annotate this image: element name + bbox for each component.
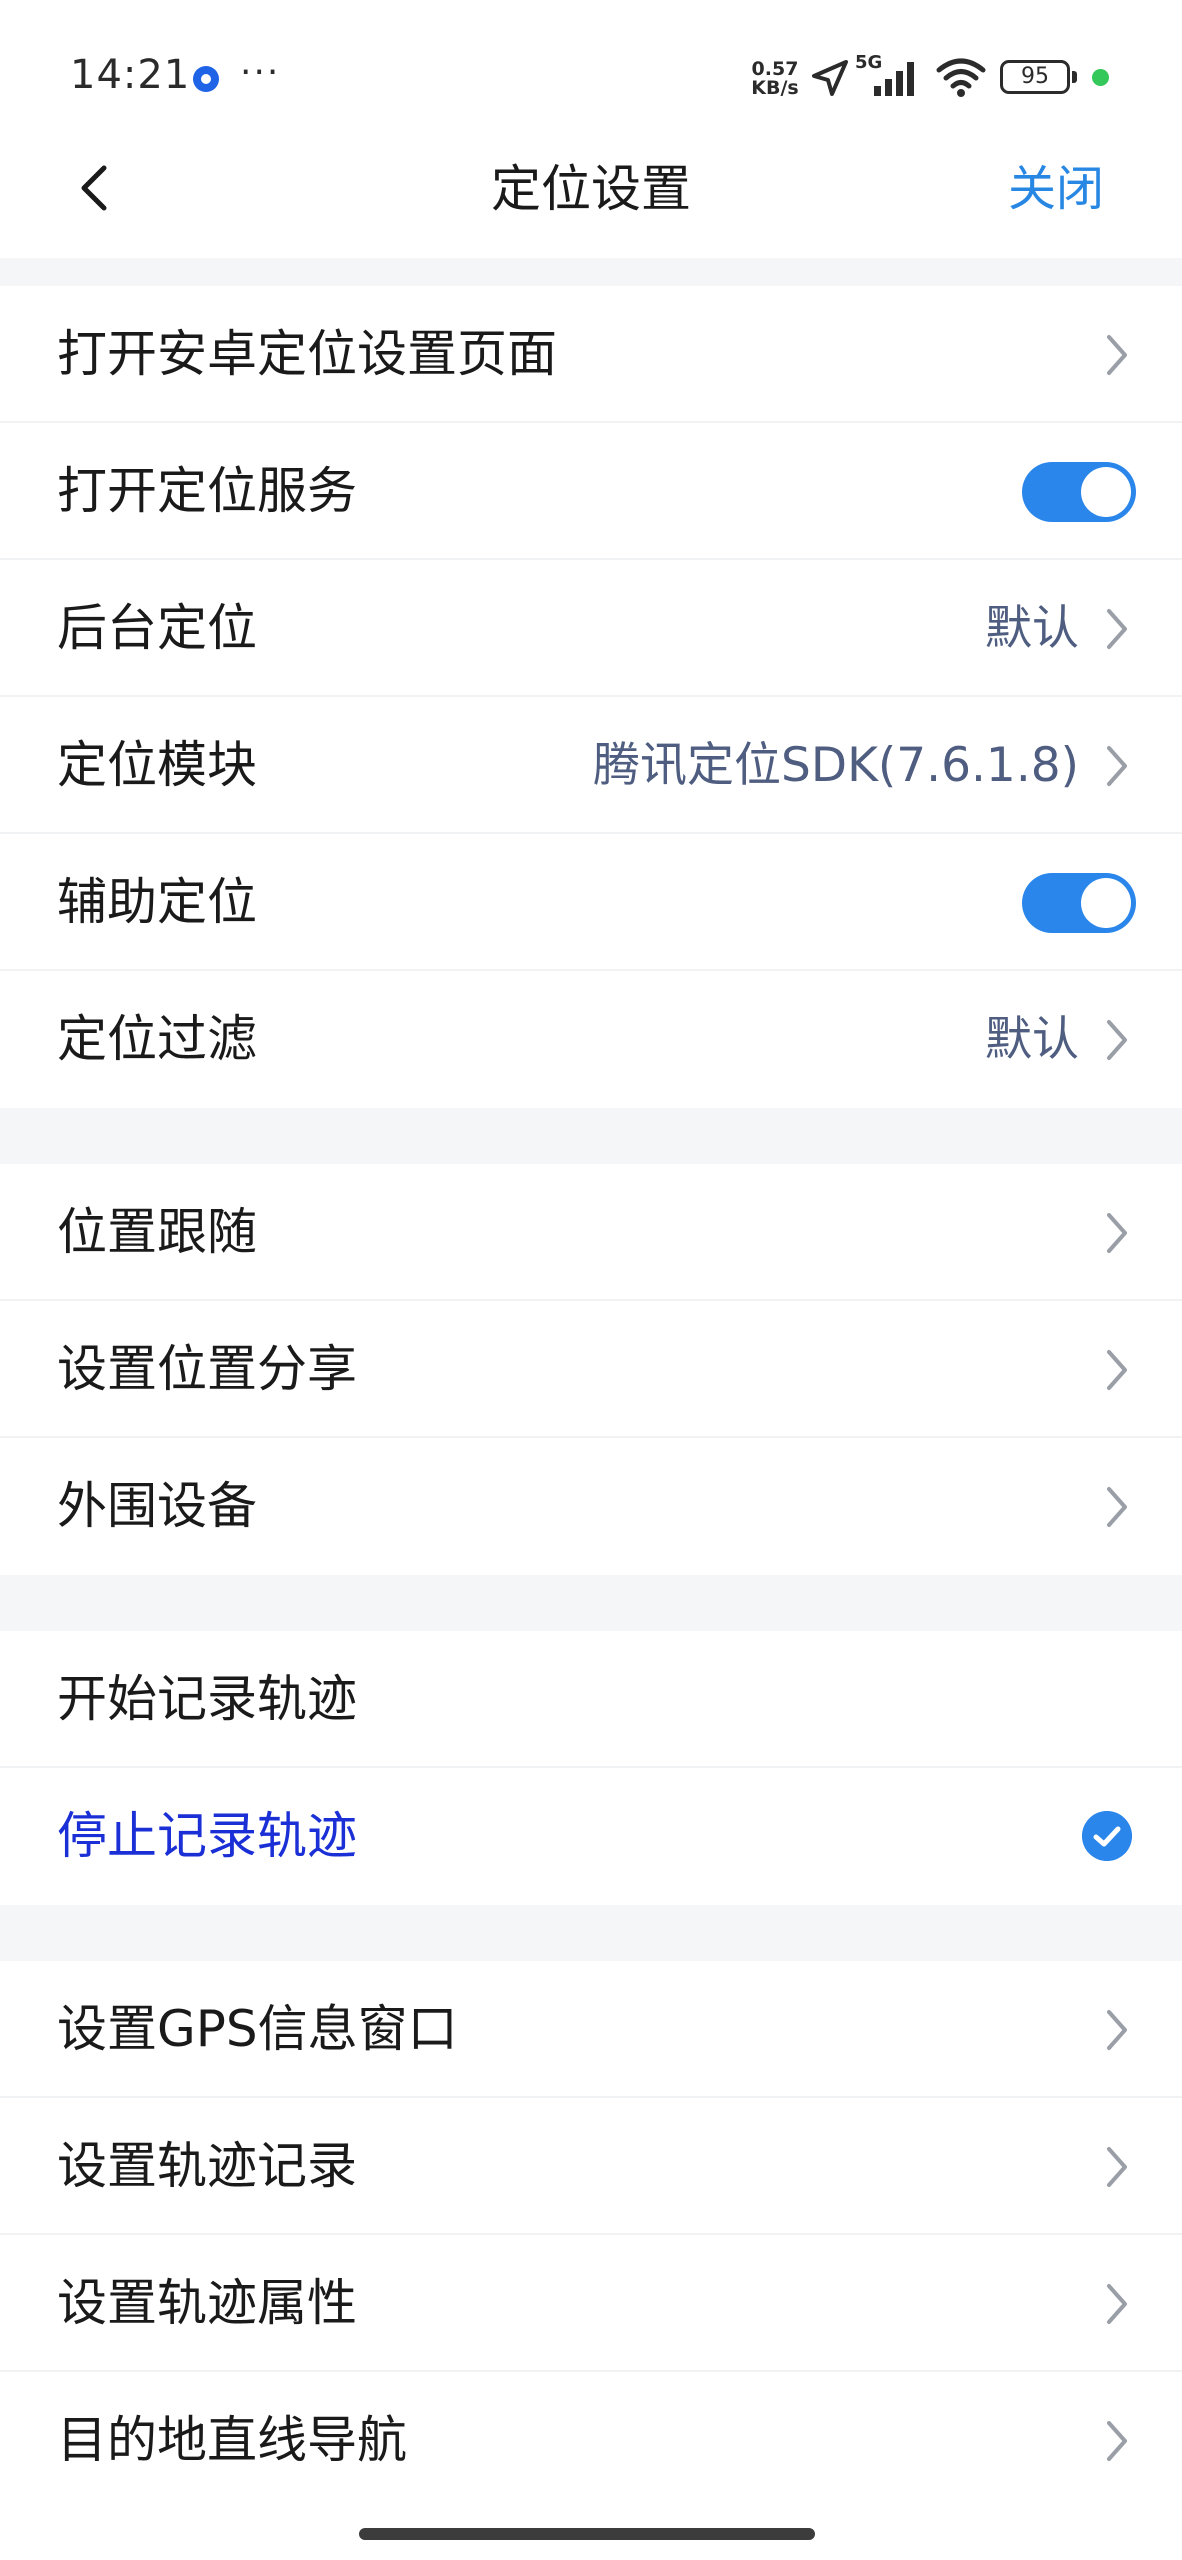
row-value: 默认	[985, 601, 1079, 656]
row-label: 设置轨迹记录	[57, 2137, 357, 2195]
assisted-location-toggle[interactable]	[1022, 873, 1136, 933]
network-speed: 0.57 KB/s	[747, 60, 803, 98]
chevron-right-icon	[1107, 2421, 1127, 2461]
row-label: 定位模块	[57, 736, 257, 794]
track-record-settings-row[interactable]: 设置轨迹记录	[0, 2098, 1182, 2235]
close-button[interactable]: 关闭	[1008, 154, 1104, 224]
location-service-row: 打开定位服务	[0, 423, 1182, 560]
row-value: 腾讯定位SDK(7.6.1.8)	[593, 738, 1079, 793]
row-label: 打开安卓定位设置页面	[57, 325, 557, 383]
chevron-right-icon	[1107, 1487, 1127, 1527]
chevron-right-icon	[1107, 2147, 1127, 2187]
section-gap	[0, 1905, 1182, 1961]
row-label: 停止记录轨迹	[57, 1807, 357, 1865]
wifi-icon	[936, 58, 986, 97]
section-gap	[0, 258, 1182, 286]
battery-icon: 95	[1000, 60, 1077, 94]
gps-info-window-row[interactable]: 设置GPS信息窗口	[0, 1961, 1182, 2098]
toggle-knob	[1081, 467, 1131, 517]
position-follow-row[interactable]: 位置跟随	[0, 1164, 1182, 1301]
section-gap	[0, 1108, 1182, 1164]
row-label: 开始记录轨迹	[57, 1670, 357, 1728]
chevron-right-icon	[1107, 2284, 1127, 2324]
status-bar: 14:21 ··· 0.57 KB/s 5G 95	[0, 0, 1182, 150]
start-track-record-row[interactable]: 开始记录轨迹	[0, 1631, 1182, 1768]
home-indicator[interactable]	[359, 2528, 815, 2540]
open-android-location-settings-row[interactable]: 打开安卓定位设置页面	[0, 286, 1182, 423]
background-location-row[interactable]: 后台定位 默认	[0, 560, 1182, 697]
row-label: 外围设备	[57, 1477, 257, 1535]
row-label: 后台定位	[57, 599, 257, 657]
signal-icon	[874, 62, 914, 96]
chevron-right-icon	[1107, 746, 1127, 786]
more-notifications-icon: ···	[240, 52, 281, 93]
chevron-right-icon	[1107, 609, 1127, 649]
row-label: 辅助定位	[57, 873, 257, 931]
location-filter-row[interactable]: 定位过滤 默认	[0, 971, 1182, 1108]
row-label: 位置跟随	[57, 1203, 257, 1261]
chevron-right-icon	[1107, 335, 1127, 375]
row-value: 默认	[985, 1012, 1079, 1067]
chevron-right-icon	[1107, 1213, 1127, 1253]
stop-track-record-row[interactable]: 停止记录轨迹	[0, 1768, 1182, 1905]
straight-line-navigation-row[interactable]: 目的地直线导航	[0, 2372, 1182, 2509]
location-service-toggle[interactable]	[1022, 462, 1136, 522]
navigation-bar: 定位设置 关闭	[0, 150, 1182, 258]
row-label: 设置位置分享	[57, 1340, 357, 1398]
location-module-row[interactable]: 定位模块 腾讯定位SDK(7.6.1.8)	[0, 697, 1182, 834]
peripheral-devices-row[interactable]: 外围设备	[0, 1438, 1182, 1575]
active-dot-icon	[1092, 69, 1109, 86]
row-label: 定位过滤	[57, 1010, 257, 1068]
section-gap	[0, 1575, 1182, 1631]
row-label: 设置GPS信息窗口	[57, 2000, 458, 2058]
row-label: 设置轨迹属性	[57, 2274, 357, 2332]
chevron-right-icon	[1107, 1020, 1127, 1060]
row-label: 目的地直线导航	[57, 2411, 407, 2469]
chevron-right-icon	[1107, 1350, 1127, 1390]
check-circle-icon	[1082, 1811, 1132, 1861]
status-time: 14:21	[70, 52, 191, 98]
row-label: 打开定位服务	[57, 462, 357, 520]
assisted-location-row: 辅助定位	[0, 834, 1182, 971]
location-arrow-icon	[812, 60, 848, 96]
page-title: 定位设置	[491, 160, 691, 218]
app-notification-icon	[193, 66, 219, 92]
chevron-right-icon	[1107, 2010, 1127, 2050]
network-speed-unit: KB/s	[751, 77, 799, 99]
toggle-knob	[1081, 878, 1131, 928]
location-share-row[interactable]: 设置位置分享	[0, 1301, 1182, 1438]
track-properties-row[interactable]: 设置轨迹属性	[0, 2235, 1182, 2372]
